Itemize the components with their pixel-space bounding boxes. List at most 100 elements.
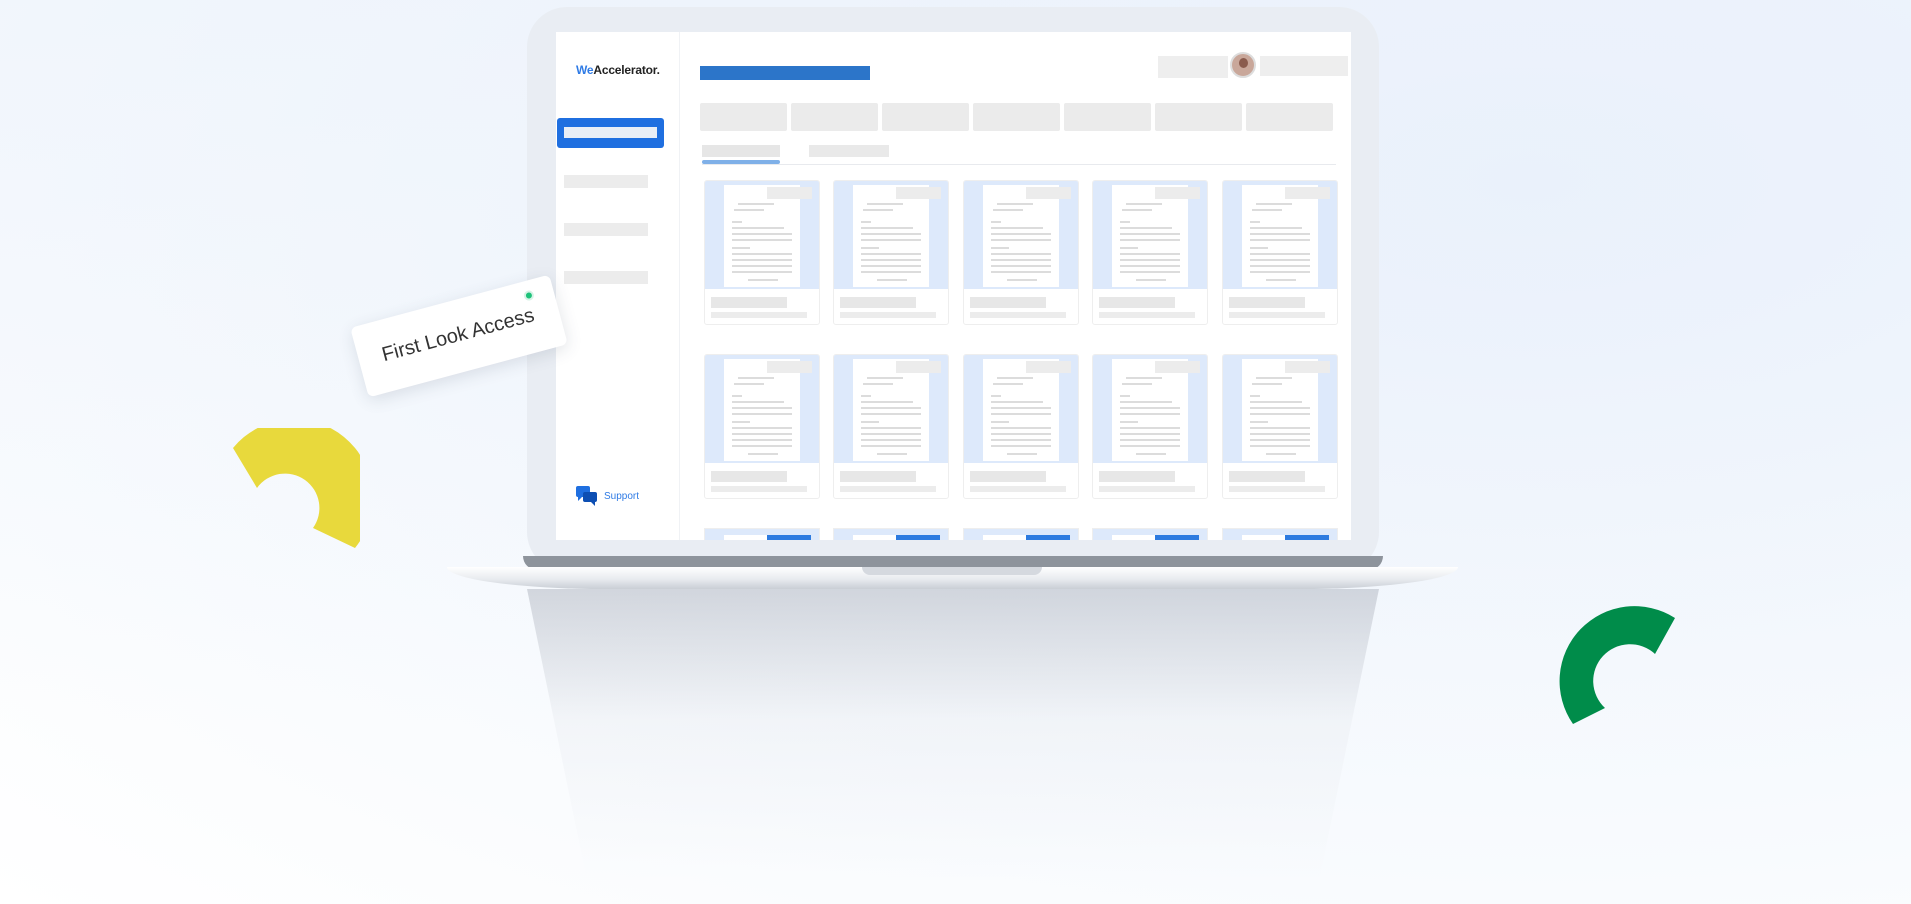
document-card[interactable]: [704, 528, 820, 540]
support-label: Support: [604, 490, 640, 502]
sidebar: WeAccelerator. Support: [556, 32, 680, 540]
chat-bubbles-icon: [576, 486, 597, 506]
card-tag-placeholder: [896, 361, 941, 373]
document-card[interactable]: [833, 180, 949, 325]
card-tag-placeholder: [1285, 361, 1330, 373]
document-card[interactable]: [963, 528, 1079, 540]
card-tag-placeholder: [1026, 187, 1071, 199]
card-title-placeholder: [1229, 471, 1305, 482]
card-subtitle-placeholder: [1099, 486, 1195, 492]
tab[interactable]: [1246, 103, 1333, 131]
card-title-placeholder: [840, 471, 916, 482]
document-page: [1242, 185, 1318, 287]
logo-prefix: We: [576, 63, 594, 77]
user-avatar[interactable]: [1230, 52, 1256, 78]
subtab[interactable]: [809, 145, 889, 157]
sidebar-item[interactable]: [564, 271, 648, 284]
document-thumbnail: [1093, 355, 1207, 463]
document-card[interactable]: [833, 528, 949, 540]
document-thumbnail: [1093, 181, 1207, 289]
document-thumbnail: [964, 181, 1078, 289]
document-page: [724, 185, 800, 287]
sidebar-item[interactable]: [564, 223, 648, 236]
user-name-placeholder[interactable]: [1260, 56, 1348, 76]
card-tag-placeholder: [1285, 187, 1330, 199]
document-thumbnail: [1223, 181, 1337, 289]
card-title-placeholder: [970, 297, 1046, 308]
card-title-placeholder: [1099, 471, 1175, 482]
card-action-placeholder[interactable]: [1285, 535, 1329, 540]
logo-main: Accelerator.: [593, 63, 660, 77]
card-title-placeholder: [1229, 297, 1305, 308]
document-card[interactable]: [1222, 180, 1338, 325]
filter-tabs: [700, 103, 1333, 131]
card-title-placeholder: [711, 471, 787, 482]
document-page: [983, 185, 1059, 287]
card-tag-placeholder: [896, 187, 941, 199]
tab[interactable]: [882, 103, 969, 131]
tab[interactable]: [791, 103, 878, 131]
document-card[interactable]: [963, 180, 1079, 325]
card-subtitle-placeholder: [1229, 312, 1325, 318]
card-subtitle-placeholder: [711, 486, 807, 492]
card-subtitle-placeholder: [1229, 486, 1325, 492]
page-title-placeholder: [700, 66, 870, 80]
document-card[interactable]: [704, 180, 820, 325]
document-card[interactable]: [1092, 354, 1208, 499]
document-thumbnail: [964, 355, 1078, 463]
card-subtitle-placeholder: [840, 486, 936, 492]
document-card[interactable]: [704, 354, 820, 499]
subtab-active[interactable]: [702, 145, 780, 157]
document-thumbnail: [705, 355, 819, 463]
subtab-underline: [702, 160, 780, 164]
document-page: [853, 185, 929, 287]
tab[interactable]: [1155, 103, 1242, 131]
card-tag-placeholder: [1155, 187, 1200, 199]
document-thumbnail: [834, 181, 948, 289]
document-thumbnail: [834, 355, 948, 463]
support-link[interactable]: Support: [576, 486, 639, 506]
card-title-placeholder: [711, 297, 787, 308]
tab[interactable]: [1064, 103, 1151, 131]
document-page: [853, 359, 929, 461]
document-card[interactable]: [1222, 354, 1338, 499]
yellow-arc-decoration: [233, 428, 360, 548]
card-action-placeholder[interactable]: [896, 535, 940, 540]
card-subtitle-placeholder: [1099, 312, 1195, 318]
tab[interactable]: [700, 103, 787, 131]
document-page: [983, 359, 1059, 461]
document-page: [1112, 359, 1188, 461]
document-thumbnail: [1223, 355, 1337, 463]
card-subtitle-placeholder: [970, 486, 1066, 492]
document-card[interactable]: [963, 354, 1079, 499]
sidebar-item-active[interactable]: [557, 118, 664, 148]
card-tag-placeholder: [1026, 361, 1071, 373]
document-page: [1242, 359, 1318, 461]
sidebar-item-placeholder: [564, 127, 657, 138]
app-logo[interactable]: WeAccelerator.: [576, 63, 660, 77]
green-arc-decoration: [1559, 606, 1675, 724]
laptop-notch: [862, 567, 1042, 575]
sidebar-item[interactable]: [564, 175, 648, 188]
card-tag-placeholder: [767, 187, 812, 199]
sub-tabs: [702, 145, 1336, 165]
document-card[interactable]: [1092, 180, 1208, 325]
tab[interactable]: [973, 103, 1060, 131]
document-card[interactable]: [833, 354, 949, 499]
card-action-placeholder[interactable]: [767, 535, 811, 540]
card-action-placeholder[interactable]: [1155, 535, 1199, 540]
card-tag-placeholder: [1155, 361, 1200, 373]
card-subtitle-placeholder: [711, 312, 807, 318]
card-action-placeholder[interactable]: [1026, 535, 1070, 540]
document-page: [1112, 185, 1188, 287]
document-card[interactable]: [1222, 528, 1338, 540]
document-thumbnail: [705, 181, 819, 289]
app-screen: WeAccelerator. Support: [556, 32, 1351, 540]
document-page: [724, 359, 800, 461]
card-subtitle-placeholder: [970, 312, 1066, 318]
badge-label: First Look Access: [379, 304, 537, 367]
card-title-placeholder: [970, 471, 1046, 482]
card-subtitle-placeholder: [840, 312, 936, 318]
status-dot: [522, 289, 536, 302]
document-card[interactable]: [1092, 528, 1208, 540]
